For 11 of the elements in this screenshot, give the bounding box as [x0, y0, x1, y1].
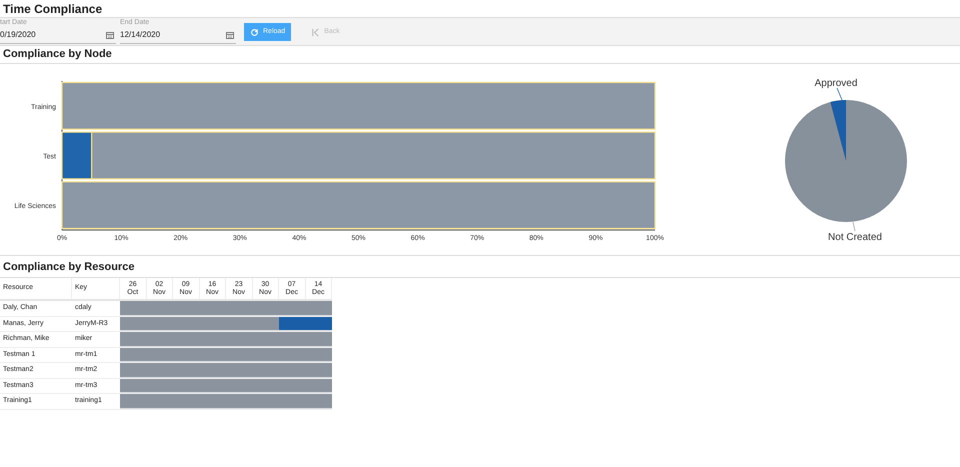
- page-title: Time Compliance: [3, 0, 102, 18]
- refresh-icon: [250, 28, 259, 36]
- calendar-icon: [106, 31, 114, 39]
- leader-line: [852, 222, 856, 232]
- pie-label: Approved: [814, 78, 858, 89]
- leader-line: [836, 88, 842, 100]
- section-title: Compliance by Resource: [3, 260, 134, 276]
- calendar-icon: [226, 31, 234, 39]
- section-title: Compliance by Node: [3, 47, 112, 62]
- back-icon: [311, 28, 320, 36]
- pie-label: Not Created: [828, 232, 882, 243]
